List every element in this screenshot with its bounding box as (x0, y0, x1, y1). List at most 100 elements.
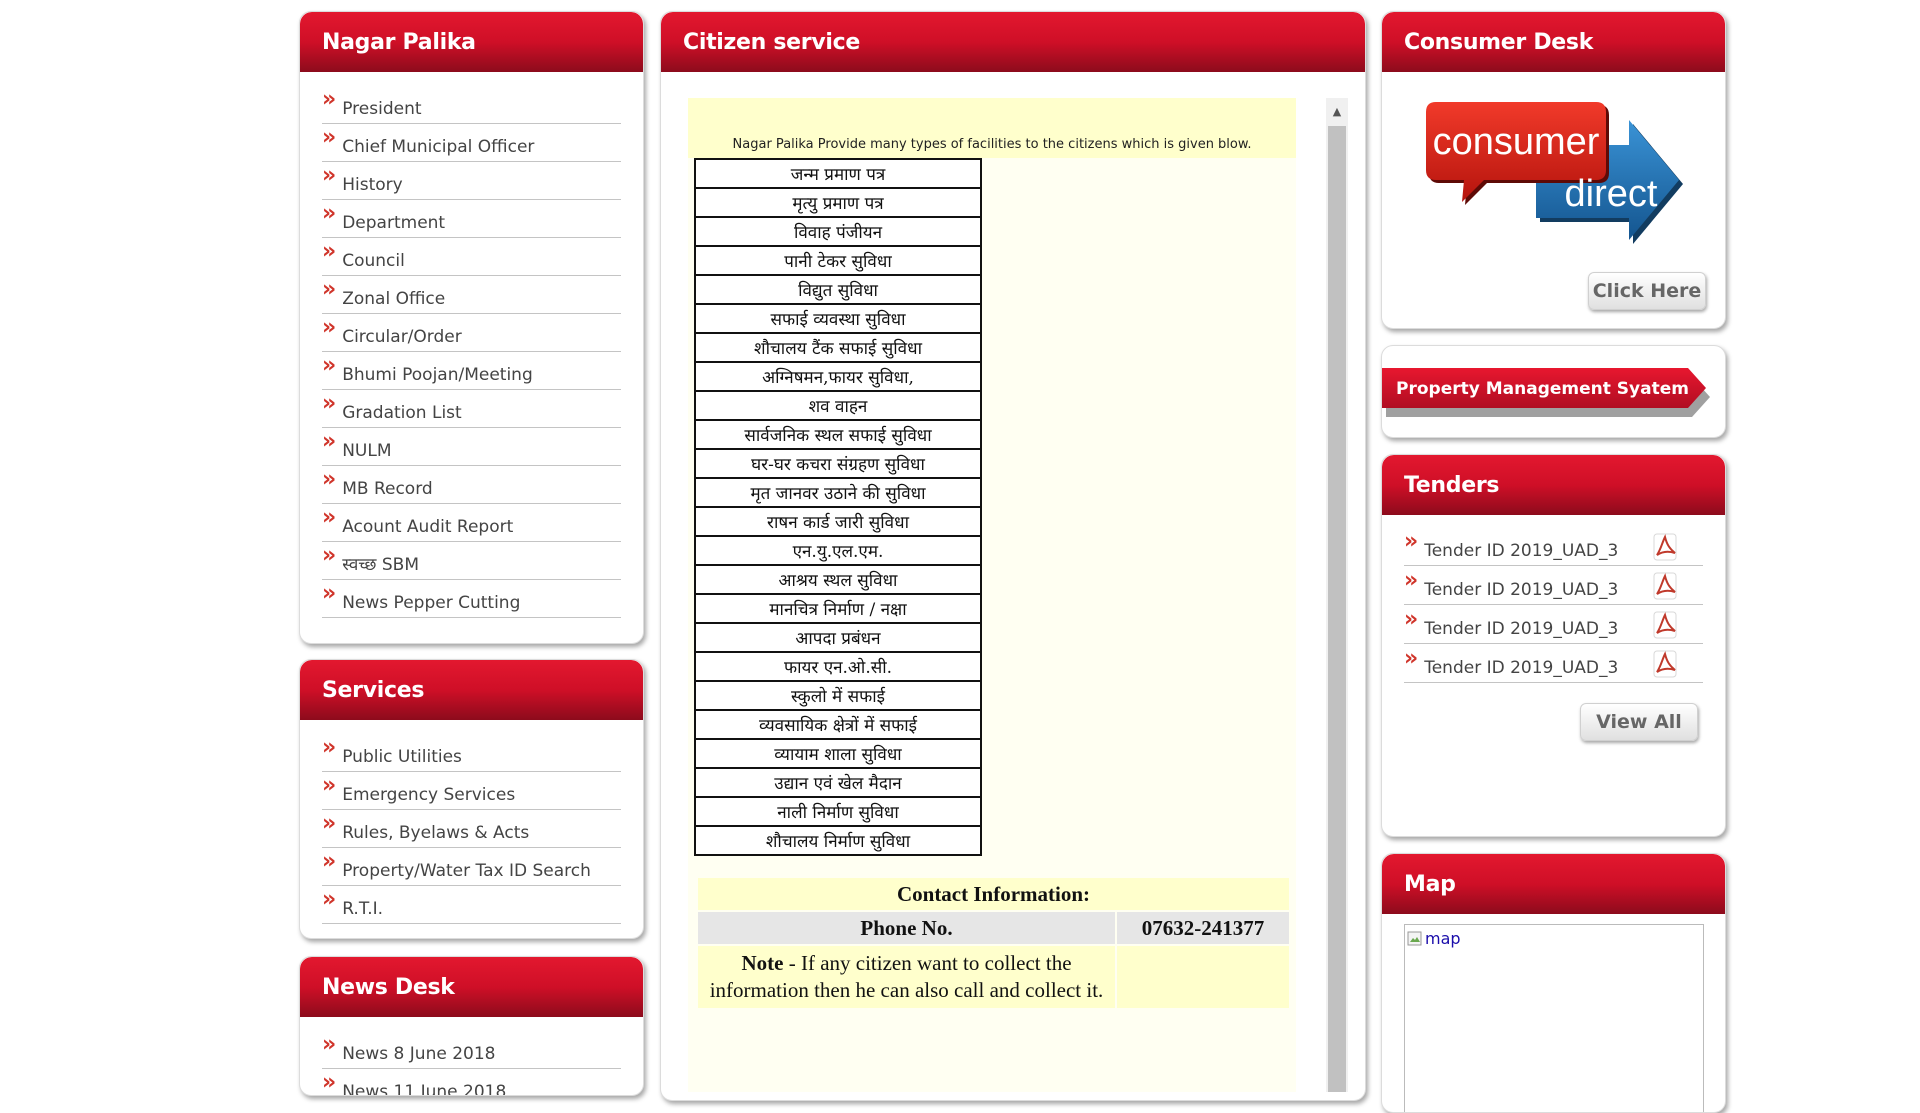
phone-label: Phone No. (698, 912, 1115, 944)
list-item-chief-municipal-officer[interactable]: » Chief Municipal Officer (322, 124, 621, 162)
service-cell: विवाह पंजीयन (694, 216, 982, 247)
phone-value: 07632-241377 (1117, 912, 1289, 944)
double-chevron-icon: » (1404, 607, 1419, 632)
list-item-zonal-office[interactable]: » Zonal Office (322, 276, 621, 314)
service-row: पानी टेकर सुविधा (694, 245, 982, 276)
service-cell: सफाई व्यवस्था सुविधा (694, 303, 982, 334)
tender-item[interactable]: » Tender ID 2019_UAD_3 (1404, 566, 1703, 605)
service-row: राषन कार्ड जारी सुविधा (694, 506, 982, 537)
pdf-icon[interactable] (1653, 650, 1679, 678)
double-chevron-icon: » (322, 87, 337, 112)
tender-item[interactable]: » Tender ID 2019_UAD_3 (1404, 605, 1703, 644)
list-item-gradation-list[interactable]: » Gradation List (322, 390, 621, 428)
service-row: सफाई व्यवस्था सुविधा (694, 303, 982, 334)
double-chevron-icon: » (322, 1032, 337, 1057)
double-chevron-icon: » (322, 353, 337, 378)
service-cell: राषन कार्ड जारी सुविधा (694, 506, 982, 537)
news-desk-title: News Desk (322, 974, 455, 1000)
nagar-palika-panel: Nagar Palika » President» Chief Municipal … (299, 11, 644, 644)
list-item-news-pepper-cutting[interactable]: » News Pepper Cutting (322, 580, 621, 618)
double-chevron-icon: » (322, 391, 337, 416)
service-cell: शौचालय निर्माण सुविधा (694, 825, 982, 856)
service-cell: एन.यु.एल.एम. (694, 535, 982, 566)
list-item-news-8-june-2018[interactable]: » News 8 June 2018 (322, 1031, 621, 1069)
tenders-header: Tenders (1382, 455, 1725, 515)
list-item-mb-record[interactable]: » MB Record (322, 466, 621, 504)
service-row: मृत्यु प्रमाण पत्र (694, 187, 982, 218)
service-row: आश्रय स्थल सुविधा (694, 564, 982, 595)
list-item-news-11-june-2018[interactable]: » News 11 June 2018 (322, 1069, 621, 1096)
service-cell: पानी टेकर सुविधा (694, 245, 982, 276)
pdf-icon[interactable] (1653, 611, 1679, 639)
service-cell: आपदा प्रबंधन (694, 622, 982, 653)
service-cell: जन्म प्रमाण पत्र (694, 158, 982, 189)
link-label: NULM (342, 441, 392, 461)
news-desk-panel: News Desk » News 8 June 2018» News 11 June… (299, 956, 644, 1096)
double-chevron-icon: » (322, 1070, 337, 1095)
map-broken-image[interactable]: map (1407, 929, 1703, 948)
list-item-property-water-tax-id-search[interactable]: » Property/Water Tax ID Search (322, 848, 621, 886)
service-row: शौचालय टैंक सफाई सुविधा (694, 332, 982, 363)
list-item-nulm[interactable]: » NULM (322, 428, 621, 466)
services-title: Services (322, 677, 425, 703)
service-row: विद्युत सुविधा (694, 274, 982, 305)
link-label: Rules, Byelaws & Acts (342, 823, 530, 843)
double-chevron-icon: » (322, 887, 337, 912)
property-management-label: Property Management Syatem (1396, 379, 1689, 399)
service-row: आपदा प्रबंधन (694, 622, 982, 653)
double-chevron-icon: » (322, 543, 337, 568)
tender-item[interactable]: » Tender ID 2019_UAD_3 (1404, 644, 1703, 683)
tender-label: Tender ID 2019_UAD_3 (1424, 580, 1619, 600)
vertical-scrollbar[interactable]: ▲ (1326, 98, 1348, 1092)
nagar-palika-header: Nagar Palika (300, 12, 643, 72)
list-item-r-t-i[interactable]: » R.T.I. (322, 886, 621, 924)
link-label: MB Record (342, 479, 433, 499)
property-management-banner[interactable]: Property Management Syatem (1382, 364, 1712, 424)
nagar-palika-title: Nagar Palika (322, 29, 476, 55)
link-label: Circular/Order (342, 327, 462, 347)
scrollbar-thumb[interactable] (1328, 126, 1346, 1092)
list-item-bhumi-poojan-meeting[interactable]: » Bhumi Poojan/Meeting (322, 352, 621, 390)
service-row: घर-घर कचरा संग्रहण सुविधा (694, 448, 982, 479)
direct-logo-word: direct (1565, 173, 1658, 215)
property-management-panel: Property Management Syatem (1381, 345, 1726, 438)
list-item-council[interactable]: » Council (322, 238, 621, 276)
citizen-service-content[interactable]: Nagar Palika Provide many types of facil… (688, 98, 1296, 1092)
list-item-sbm[interactable]: » स्वच्छ SBM (322, 542, 621, 580)
list-item-president[interactable]: » President (322, 86, 621, 124)
citizen-service-header: Citizen service (661, 12, 1365, 72)
click-here-button[interactable]: Click Here (1588, 272, 1706, 310)
service-cell: विद्युत सुविधा (694, 274, 982, 305)
list-item-acount-audit-report[interactable]: » Acount Audit Report (322, 504, 621, 542)
service-cell: उद्यान एवं खेल मैदान (694, 767, 982, 798)
double-chevron-icon: » (322, 277, 337, 302)
pdf-icon[interactable] (1653, 572, 1679, 600)
consumer-direct-logo[interactable]: consumer direct (1424, 100, 1694, 260)
pdf-icon[interactable] (1653, 533, 1679, 561)
note-label: Note (741, 951, 784, 975)
link-label: Zonal Office (342, 289, 446, 309)
link-label: News 8 June 2018 (342, 1044, 496, 1064)
link-label: Property/Water Tax ID Search (342, 861, 591, 881)
link-label: Chief Municipal Officer (342, 137, 535, 157)
list-item-rules-byelaws-acts[interactable]: » Rules, Byelaws & Acts (322, 810, 621, 848)
list-item-department[interactable]: » Department (322, 200, 621, 238)
note-empty-cell (1117, 946, 1289, 1008)
list-item-history[interactable]: » History (322, 162, 621, 200)
list-item-circular-order[interactable]: » Circular/Order (322, 314, 621, 352)
map-frame[interactable]: map (1404, 924, 1704, 1112)
double-chevron-icon: » (322, 773, 337, 798)
intro-text: Nagar Palika Provide many types of facil… (688, 132, 1296, 158)
view-all-button[interactable]: View All (1580, 703, 1698, 741)
list-item-emergency-services[interactable]: » Emergency Services (322, 772, 621, 810)
tender-item[interactable]: » Tender ID 2019_UAD_3 (1404, 527, 1703, 566)
double-chevron-icon: » (322, 163, 337, 188)
map-header: Map (1382, 854, 1725, 914)
scroll-up-arrow-icon[interactable]: ▲ (1326, 98, 1348, 124)
list-item-public-utilities[interactable]: » Public Utilities (322, 734, 621, 772)
citizen-service-panel: Citizen service Nagar Palika Provide man… (660, 11, 1366, 1101)
map-alt-text: map (1425, 929, 1461, 948)
link-label: स्वच्छ SBM (342, 555, 419, 575)
service-row: उद्यान एवं खेल मैदान (694, 767, 982, 798)
news-desk-header: News Desk (300, 957, 643, 1017)
